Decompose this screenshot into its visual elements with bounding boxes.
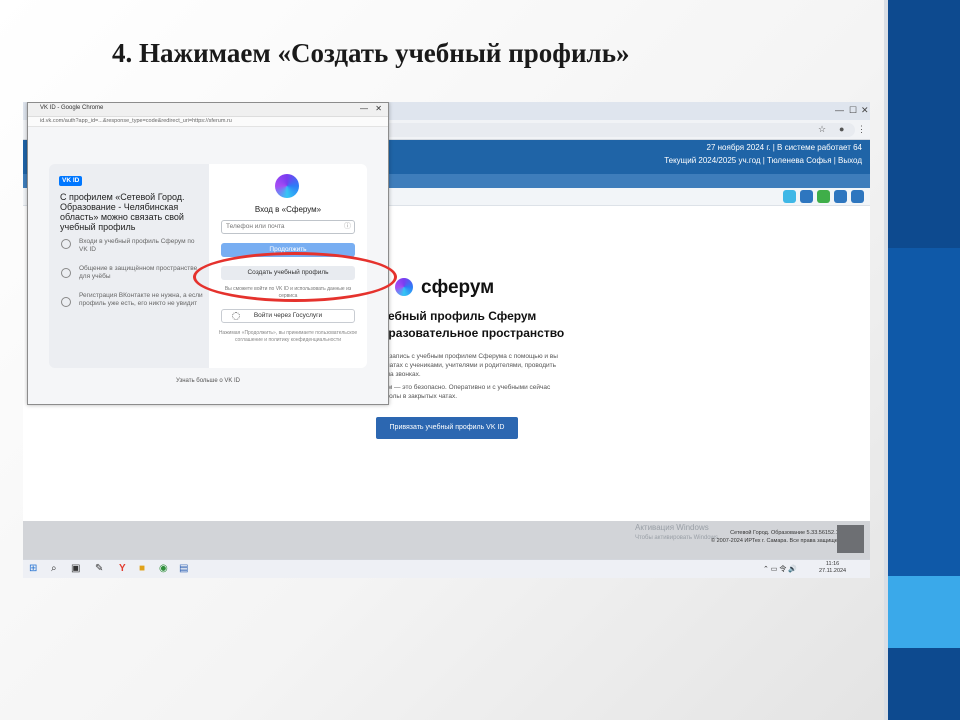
decor-band-bottom [888, 648, 960, 720]
link-vkid-button[interactable]: Привязать учебный профиль VK ID [376, 417, 518, 439]
menu-icon[interactable]: ⋮ [857, 124, 866, 135]
slide-title: 4. Нажимаем «Создать учебный профиль» [112, 38, 630, 68]
start-icon[interactable]: ⊞ [29, 563, 37, 575]
input-placeholder: Телефон или почта [226, 223, 285, 230]
system-tray[interactable]: ⌃ ▭ 令 🔊 [763, 564, 797, 574]
page-heading-1: чебный профиль Сферум [381, 309, 537, 323]
eye-off-icon [61, 297, 71, 307]
popup-window-title: VK ID - Google Chrome [40, 105, 104, 111]
phone-email-input[interactable]: Телефон или почта ⓘ [221, 220, 355, 234]
word-icon[interactable]: ▤ [179, 563, 188, 575]
header-status: 27 ноября 2024 г. | В системе работает 6… [706, 143, 863, 152]
close-icon[interactable]: ✕ [861, 105, 869, 116]
legal-text[interactable]: Нажимая «Продолжить», вы принимаете поль… [217, 330, 359, 344]
maximize-icon[interactable]: ☐ [849, 105, 857, 116]
sferum-brand: сферум [421, 277, 495, 298]
highlight-ellipse [193, 252, 397, 302]
popup-close-icon[interactable]: ✕ [375, 104, 382, 113]
screenshot: — ☐ ✕ ☆ ● ⋮ 27 ноября 2024 г. | В систем… [23, 102, 870, 578]
popup-minimize-icon[interactable]: — [360, 104, 368, 113]
widget-icon[interactable]: ✎ [95, 563, 103, 575]
folder-icon[interactable]: ■ [139, 563, 145, 575]
decor-band-middle [888, 248, 960, 576]
mail-icon[interactable] [800, 190, 813, 203]
vkid-info-panel: VK ID С профилем «Сетевой Город. Образов… [49, 164, 209, 368]
search-icon[interactable]: ⌕ [51, 563, 57, 575]
login-heading: Вход в «Сферум» [254, 205, 322, 214]
page-footer: Активация Windows Чтобы активировать Win… [23, 521, 870, 559]
vkid-info-title: С профилем «Сетевой Город. Образование -… [60, 192, 185, 232]
chrome-icon[interactable]: ◉ [159, 563, 168, 575]
star-icon[interactable]: ☆ [818, 124, 826, 135]
activation-hint: Чтобы активировать Windows [635, 535, 718, 541]
address-bar[interactable] [363, 123, 855, 137]
gosuslugi-button[interactable]: Войти через Госуслуги [221, 309, 355, 323]
sferum-logo-icon [275, 174, 299, 198]
settings-icon[interactable] [851, 190, 864, 203]
popup-titlebar: VK ID - Google Chrome — ✕ [28, 103, 388, 117]
page-text-2: в чатах с учениками, учителями и родител… [381, 362, 556, 369]
taskbar: ⊞ ⌕ ▣ ✎ Y ■ ◉ ▤ ⌃ ▭ 令 🔊 11:16 27.11.2024 [23, 559, 870, 578]
clock[interactable]: 11:16 27.11.2024 [819, 561, 846, 575]
page-heading-2: бразовательное пространство [381, 326, 565, 340]
notification-icon[interactable] [817, 190, 830, 203]
popup-addressbar: id.vk.com/auth?app_id=...&response_type=… [28, 117, 388, 127]
task-view-icon[interactable]: ▣ [71, 563, 80, 575]
footer-version: Сетевой Город. Образование 5.33.56152.17… [730, 530, 845, 536]
feature-item: Входи в учебный профиль Сферум по VK ID [79, 238, 195, 253]
yandex-icon[interactable]: Y [119, 563, 126, 575]
users-icon[interactable] [834, 190, 847, 203]
learn-more-link[interactable]: Узнать больше о VK ID [28, 378, 388, 384]
feature-item: Регистрация ВКонтакте не нужна, а если п… [79, 292, 203, 307]
footer-rights: © 2007-2024 ИРТех г. Самара. Все права з… [711, 538, 845, 544]
page-text-1: то запись с учебным профилем Сферума с п… [381, 353, 558, 360]
feature-item: Общение в защищённом пространстве для уч… [79, 265, 198, 280]
vkid-badge: VK ID [59, 176, 83, 186]
activation-title: Активация Windows [635, 523, 709, 532]
footer-copyright: Сетевой Город. Образование 5.33.56152.17… [711, 529, 845, 545]
profile-icon[interactable]: ● [839, 124, 844, 134]
page-text-4: рум — это безопасно. Оперативно и с учеб… [381, 384, 551, 391]
page-text-5: школы в закрытых чатах. [381, 393, 457, 400]
help-icon[interactable] [783, 190, 796, 203]
sferum-logo-icon [395, 278, 413, 296]
gosuslugi-icon [232, 312, 240, 320]
chat-icon [61, 268, 71, 278]
header-user[interactable]: Текущий 2024/2025 уч.год | Тюленева Софь… [664, 156, 862, 165]
shield-icon [61, 239, 71, 249]
decor-band-light [888, 576, 960, 648]
info-icon[interactable]: ⓘ [344, 221, 351, 233]
irtech-logo [837, 525, 864, 553]
decor-band-top [888, 0, 960, 248]
windows-activation: Активация Windows Чтобы активировать Win… [635, 523, 718, 543]
popup-url: id.vk.com/auth?app_id=...&response_type=… [40, 118, 232, 124]
clock-time: 11:16 [825, 561, 840, 567]
minimize-icon[interactable]: — [835, 105, 844, 115]
clock-date: 27.11.2024 [819, 568, 847, 574]
vkid-popup-window: VK ID - Google Chrome — ✕ id.vk.com/auth… [27, 102, 397, 405]
gosuslugi-label: Войти через Госуслуги [253, 312, 323, 319]
